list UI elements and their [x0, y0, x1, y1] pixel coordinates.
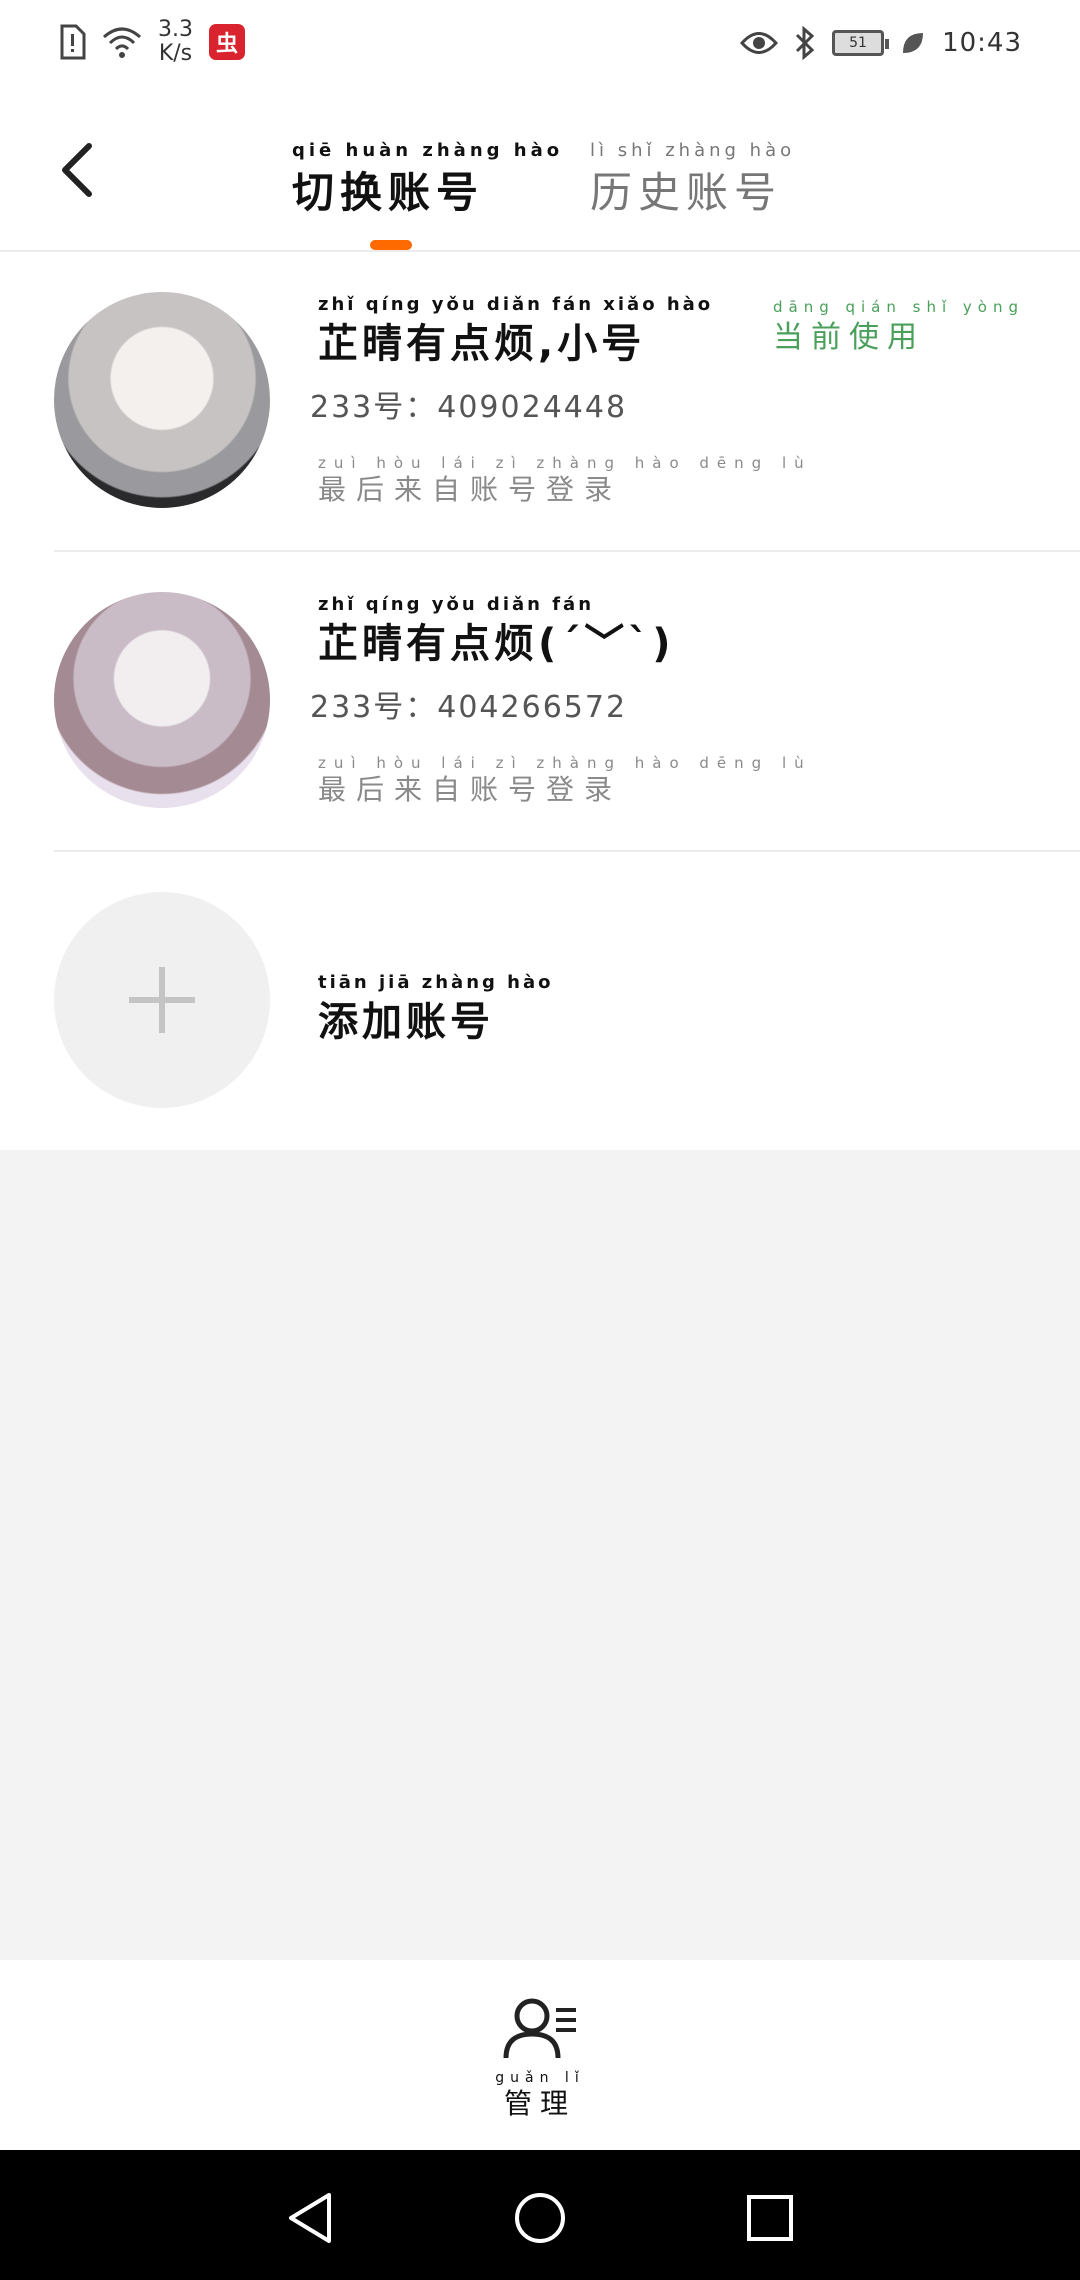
nav-recents-button[interactable]: [742, 2190, 798, 2246]
status-left: 3.3 K/s 虫: [58, 18, 245, 66]
account-name: zhǐ qíng yǒu diǎn fán 芷晴有点烦(ˊ﹀ˋ): [318, 594, 675, 669]
add-account-label: tiān jiā zhàng hào 添加账号: [318, 972, 554, 1047]
wifi-icon: [103, 27, 141, 58]
network-speed-unit: K/s: [158, 41, 193, 66]
tab-switch-pinyin: qiē huàn zhàng hào: [292, 140, 564, 161]
last-login-pinyin: zuì hòu lái zì zhàng hào dēng lù: [318, 754, 812, 772]
eye-comfort-icon: [740, 32, 779, 54]
avatar: [54, 292, 270, 508]
sim-alert-icon: [60, 24, 86, 60]
last-login-pinyin: zuì hòu lái zì zhàng hào dēng lù: [318, 454, 812, 472]
network-speed-value: 3.3: [158, 17, 193, 42]
tab-history-label: 历史账号: [590, 168, 783, 217]
add-account-text: 添加账号: [318, 999, 494, 1045]
clock: 10:43: [942, 28, 1022, 58]
circle-home-icon: [515, 2193, 565, 2243]
leaf-icon: [903, 33, 924, 53]
last-login-method: zuì hòu lái zì zhàng hào dēng lù 最后来自账号登…: [318, 454, 812, 508]
tab-switch-label: 切换账号: [292, 168, 485, 217]
triangle-back-icon: [289, 2193, 331, 2243]
manage-pinyin: guǎn lǐ: [495, 2070, 585, 2086]
account-name-pinyin: zhǐ qíng yǒu diǎn fán: [318, 594, 595, 615]
user-manage-icon: [503, 1998, 576, 2059]
current-in-use-pinyin: dāng qián shǐ yòng: [772, 298, 1024, 316]
battery-icon: 51: [832, 30, 890, 56]
app-notification-icon: 虫: [209, 24, 245, 60]
tab-switch-account[interactable]: qiē huàn zhàng hào 切换账号: [292, 140, 563, 220]
last-login-text: 最后来自账号登录: [318, 473, 623, 506]
tab-history-pinyin: lì shǐ zhàng hào: [590, 140, 796, 161]
manage-label: guǎn lǐ 管理: [490, 2070, 590, 2122]
add-account-button[interactable]: [54, 892, 270, 1108]
nav-home-button[interactable]: [512, 2190, 568, 2246]
account-name-pinyin: zhǐ qíng yǒu diǎn fán xiǎo hào: [318, 294, 714, 315]
account-id: 233号：404266572: [310, 690, 628, 725]
manage-text: 管理: [503, 2087, 576, 2120]
active-tab-indicator: [370, 240, 412, 250]
account-name-text: 芷晴有点烦(ˊ﹀ˋ): [318, 621, 675, 667]
account-row[interactable]: zhǐ qíng yǒu diǎn fán xiǎo hào 芷晴有点烦,小号 …: [0, 252, 1080, 552]
back-button[interactable]: [52, 140, 102, 200]
account-name-text: 芷晴有点烦,小号: [318, 321, 646, 367]
add-account-row[interactable]: tiān jiā zhàng hào 添加账号: [0, 852, 1080, 1152]
status-bar: 3.3 K/s 虫 51 10:43: [0, 0, 1080, 90]
manage-button[interactable]: guǎn lǐ 管理: [490, 1996, 590, 2126]
nav-back-button[interactable]: [282, 2190, 338, 2246]
back-arrow-icon: [62, 143, 92, 197]
status-right: 51 10:43: [740, 26, 1022, 60]
current-in-use-badge: dāng qián shǐ yòng 当前使用: [773, 298, 1024, 356]
bluetooth-icon: [796, 26, 815, 60]
bottom-bar: guǎn lǐ 管理: [0, 1960, 1080, 2150]
account-row[interactable]: zhǐ qíng yǒu diǎn fán 芷晴有点烦(ˊ﹀ˋ) 233号：40…: [0, 552, 1080, 852]
tab-history-account[interactable]: lì shǐ zhàng hào 历史账号: [590, 140, 795, 220]
account-list: zhǐ qíng yǒu diǎn fán xiǎo hào 芷晴有点烦,小号 …: [0, 252, 1080, 1150]
square-recents-icon: [747, 2195, 793, 2241]
account-id: 233号：409024448: [310, 390, 628, 425]
header: qiē huàn zhàng hào 切换账号 lì shǐ zhàng hào…: [0, 90, 1080, 252]
add-account-pinyin: tiān jiā zhàng hào: [318, 972, 554, 993]
avatar: [54, 592, 270, 808]
last-login-text: 最后来自账号登录: [318, 773, 623, 806]
system-nav-bar: [0, 2150, 1080, 2280]
account-name: zhǐ qíng yǒu diǎn fán xiǎo hào 芷晴有点烦,小号: [318, 294, 713, 369]
network-speed: 3.3 K/s: [158, 18, 193, 66]
current-in-use-text: 当前使用: [772, 320, 925, 355]
plus-icon: [129, 967, 195, 1033]
last-login-method: zuì hòu lái zì zhàng hào dēng lù 最后来自账号登…: [318, 754, 812, 808]
